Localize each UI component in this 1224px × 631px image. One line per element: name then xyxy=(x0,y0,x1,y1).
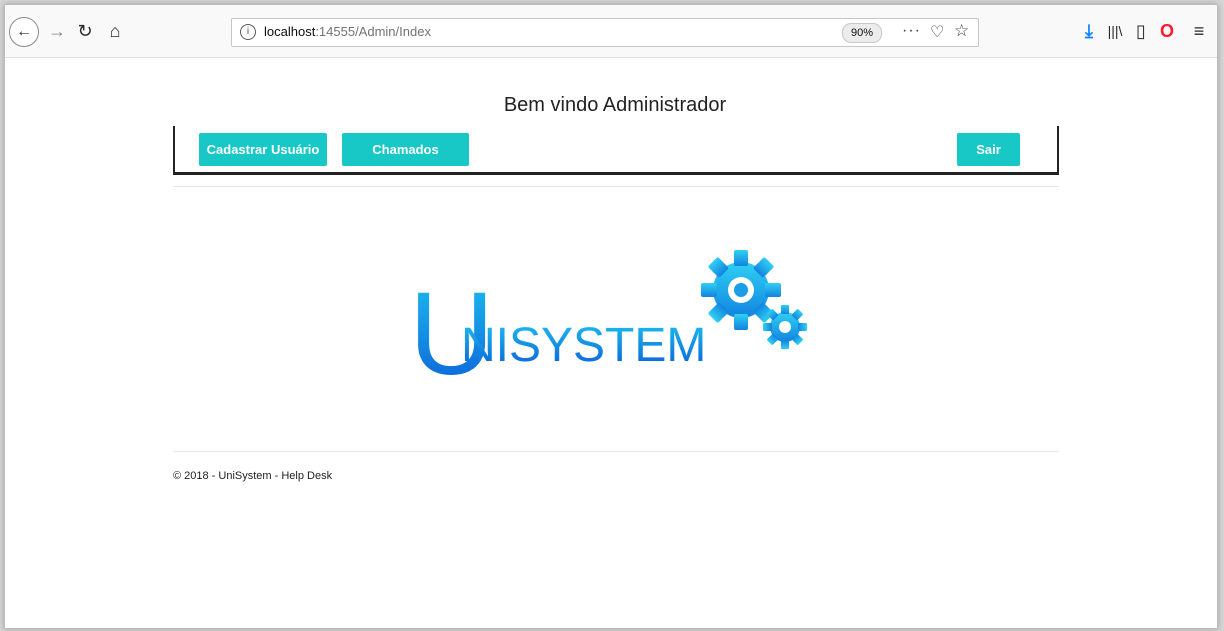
large-gear-icon xyxy=(701,250,781,330)
url-text[interactable]: localhost:14555/Admin/Index xyxy=(264,24,431,39)
opera-icon[interactable]: O xyxy=(1155,19,1179,43)
download-icon[interactable]: ⤓ xyxy=(1077,19,1101,43)
footer-text: © 2018 - UniSystem - Help Desk xyxy=(173,470,333,482)
browser-toolbar: ← → ↻ ⌂ i localhost:14555/Admin/Index 90… xyxy=(5,5,1217,58)
tickets-button[interactable]: Chamados xyxy=(342,133,469,166)
unisystem-logo: U NISYSTEM xyxy=(409,236,819,400)
small-gear-icon xyxy=(763,305,807,349)
home-icon[interactable]: ⌂ xyxy=(103,17,127,45)
footer-divider xyxy=(173,451,1059,452)
url-path: :14555/Admin/Index xyxy=(315,24,431,39)
logo-svg: U NISYSTEM xyxy=(409,250,807,400)
divider xyxy=(173,186,1059,187)
hamburger-menu-icon[interactable]: ≡ xyxy=(1187,19,1211,43)
zoom-level-badge[interactable]: 90% xyxy=(842,23,883,43)
star-icon[interactable]: ☆ xyxy=(954,21,969,41)
logo-text: NISYSTEM xyxy=(461,319,706,372)
library-icon[interactable]: |||\ xyxy=(1103,19,1127,43)
admin-nav: Cadastrar Usuário Chamados Sair xyxy=(173,126,1059,175)
register-user-button[interactable]: Cadastrar Usuário xyxy=(199,133,327,166)
reload-icon[interactable]: ↻ xyxy=(73,17,97,45)
info-icon[interactable]: i xyxy=(240,24,256,40)
page-content: Bem vindo Administrador Cadastrar Usuári… xyxy=(5,58,1217,628)
forward-arrow-icon[interactable]: → xyxy=(45,17,69,45)
url-bar[interactable]: i localhost:14555/Admin/Index 90% ··· ♡ … xyxy=(231,18,979,47)
logout-button[interactable]: Sair xyxy=(957,133,1020,166)
back-arrow-icon[interactable]: ← xyxy=(9,17,39,47)
browser-window: ← → ↻ ⌂ i localhost:14555/Admin/Index 90… xyxy=(4,4,1218,629)
pocket-icon[interactable]: ♡ xyxy=(930,22,944,42)
url-host: localhost xyxy=(264,24,316,39)
more-actions-icon[interactable]: ··· xyxy=(902,22,921,40)
sidebar-icon[interactable]: ▯ xyxy=(1129,19,1153,43)
page-title: Bem vindo Administrador xyxy=(503,94,727,116)
